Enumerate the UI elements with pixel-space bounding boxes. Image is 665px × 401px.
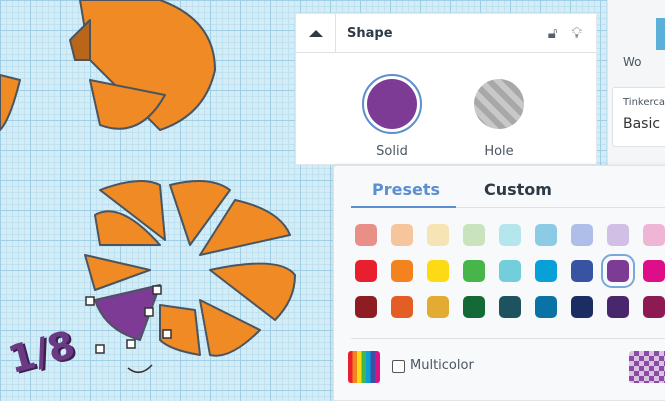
color-swatch[interactable] <box>643 296 665 318</box>
color-swatch[interactable] <box>355 224 377 246</box>
color-swatch[interactable] <box>391 224 413 246</box>
color-swatch[interactable] <box>571 296 593 318</box>
color-swatch[interactable] <box>535 260 557 282</box>
wedge-shape <box>84 254 151 291</box>
multicolor-checkbox[interactable] <box>392 360 405 373</box>
color-swatch[interactable] <box>571 224 593 246</box>
color-popup: Presets Custom Multicolor <box>333 165 665 401</box>
caret-up-icon <box>308 29 323 37</box>
color-swatch[interactable] <box>607 224 629 246</box>
color-swatch[interactable] <box>391 296 413 318</box>
color-swatch[interactable] <box>355 296 377 318</box>
library-value: Basic <box>623 116 661 132</box>
solid-option[interactable]: Solid <box>352 74 432 159</box>
library-title: Tinkerca <box>623 97 665 108</box>
collapse-button[interactable] <box>296 13 336 53</box>
color-swatch[interactable] <box>499 296 521 318</box>
tab-presets[interactable]: Presets <box>372 180 440 199</box>
wedge-shape <box>199 299 261 357</box>
unlock-icon[interactable]: 🔓︎ <box>548 24 558 42</box>
rotate-handle <box>127 364 153 374</box>
workplane-icon[interactable] <box>656 18 665 50</box>
hole-label: Hole <box>484 144 514 159</box>
color-swatch[interactable] <box>499 224 521 246</box>
solid-label: Solid <box>376 144 408 159</box>
active-tab-underline <box>351 206 456 208</box>
color-swatch[interactable] <box>427 224 449 246</box>
color-swatch[interactable] <box>463 260 485 282</box>
workplane-label[interactable]: Wo <box>623 55 642 69</box>
transparency-icon[interactable] <box>629 351 665 383</box>
shape-panel: Shape 🔓︎ 💡︎ Solid Hole <box>295 13 597 165</box>
hole-option[interactable]: Hole <box>459 74 539 159</box>
color-swatch[interactable] <box>463 296 485 318</box>
multicolor-label: Multicolor <box>410 358 474 373</box>
color-swatch[interactable] <box>571 260 593 282</box>
wedge-shape <box>0 74 21 131</box>
color-swatch[interactable] <box>463 224 485 246</box>
color-swatch[interactable] <box>355 260 377 282</box>
wedge-shape <box>69 19 91 61</box>
solid-swatch <box>367 79 417 129</box>
color-swatch[interactable] <box>427 296 449 318</box>
color-swatch[interactable] <box>427 260 449 282</box>
shape-library-select[interactable]: Tinkerca Basic <box>612 87 665 147</box>
panel-title: Shape <box>347 25 393 41</box>
color-swatch[interactable] <box>601 254 635 288</box>
color-swatch[interactable] <box>643 260 665 282</box>
color-swatch[interactable] <box>391 260 413 282</box>
multicolor-icon[interactable] <box>348 351 380 383</box>
color-swatch[interactable] <box>499 260 521 282</box>
color-swatch[interactable] <box>535 224 557 246</box>
color-swatch[interactable] <box>607 296 629 318</box>
color-swatch[interactable] <box>535 296 557 318</box>
color-swatch[interactable] <box>643 224 665 246</box>
tab-custom[interactable]: Custom <box>484 180 552 199</box>
lightbulb-icon[interactable]: 💡︎ <box>571 24 582 42</box>
hole-swatch <box>474 79 524 129</box>
